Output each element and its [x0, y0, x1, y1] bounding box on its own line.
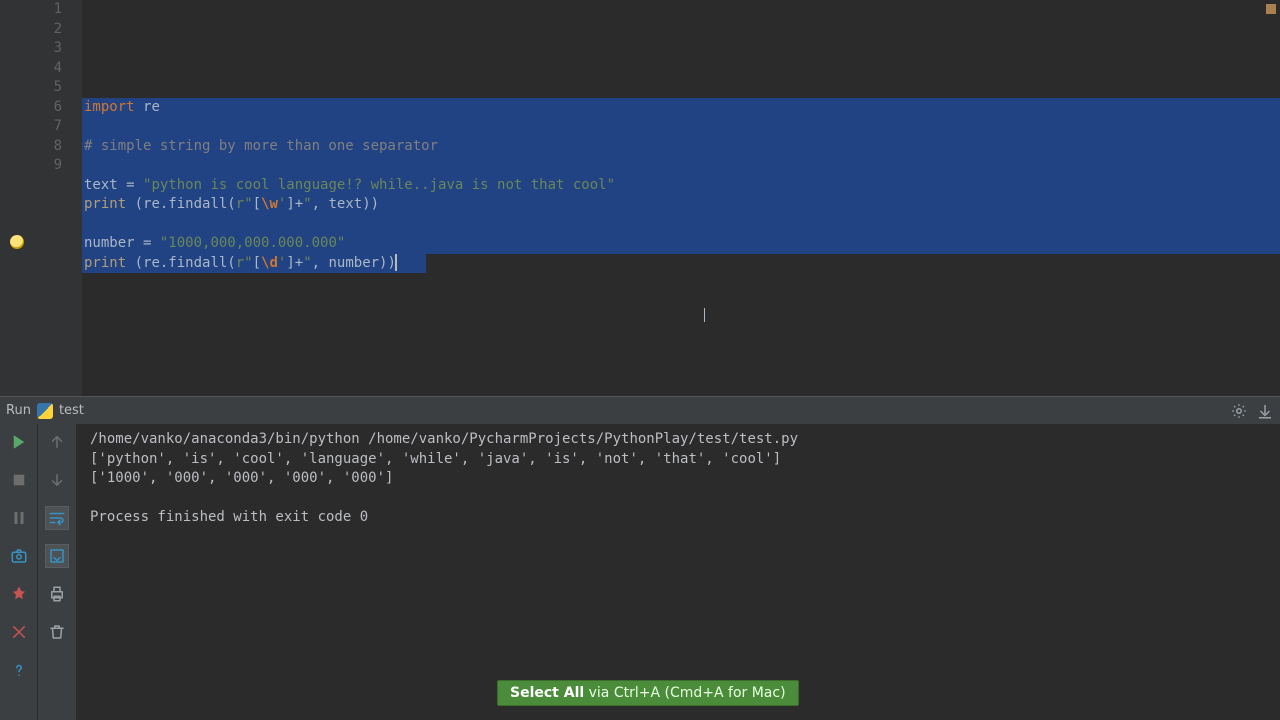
run-toolbar-right	[38, 424, 76, 720]
stop-button[interactable]	[7, 468, 31, 492]
pin-button[interactable]	[7, 582, 31, 606]
code-line-5[interactable]: text = "python is cool language!? while.…	[82, 176, 1280, 196]
run-config-name: test	[59, 403, 84, 418]
code-line-6[interactable]: print (re.findall(r"[\w']+", text))	[82, 195, 1280, 215]
run-label: Run	[6, 403, 31, 418]
code-line-1[interactable]: import re	[82, 98, 1280, 118]
tip-bold: Select All	[510, 685, 584, 701]
intention-bulb-icon[interactable]	[10, 235, 24, 249]
down-button[interactable]	[45, 468, 69, 492]
tip-rest: via Ctrl+A (Cmd+A for Mac)	[584, 685, 785, 701]
console-output[interactable]: /home/vanko/anaconda3/bin/python /home/v…	[76, 424, 1280, 720]
editor[interactable]: 123456789 – import re # simple string by…	[0, 0, 1280, 396]
run-panel-header: Run test	[0, 396, 1280, 424]
python-icon	[37, 403, 53, 419]
rerun-button[interactable]	[7, 430, 31, 454]
run-panel: /home/vanko/anaconda3/bin/python /home/v…	[0, 424, 1280, 720]
gutter: 123456789	[0, 0, 82, 396]
tip-bubble: Select All via Ctrl+A (Cmd+A for Mac)	[497, 680, 799, 706]
close-button[interactable]	[7, 620, 31, 644]
help-button[interactable]	[7, 658, 31, 682]
code-area[interactable]: – import re # simple string by more than…	[82, 0, 1280, 396]
scroll-end-button[interactable]	[45, 544, 69, 568]
code-line-7[interactable]	[82, 215, 1280, 235]
error-stripe-mark	[1266, 4, 1276, 14]
run-toolbar-left	[0, 424, 38, 720]
settings-icon[interactable]	[1230, 402, 1248, 420]
dump-threads-button[interactable]	[7, 544, 31, 568]
print-button[interactable]	[45, 582, 69, 606]
code-line-4[interactable]	[82, 156, 1280, 176]
wrap-button[interactable]	[45, 506, 69, 530]
up-button[interactable]	[45, 430, 69, 454]
code-line-9[interactable]: print (re.findall(r"[\d']+", number))	[82, 254, 1280, 274]
code-line-2[interactable]	[82, 117, 1280, 137]
code-line-8[interactable]: number = "1000,000,000.000.000"	[82, 234, 1280, 254]
code-line-3[interactable]: # simple string by more than one separat…	[82, 137, 1280, 157]
text-cursor	[704, 308, 705, 322]
hide-icon[interactable]	[1256, 402, 1274, 420]
trash-button[interactable]	[45, 620, 69, 644]
pause-button[interactable]	[7, 506, 31, 530]
